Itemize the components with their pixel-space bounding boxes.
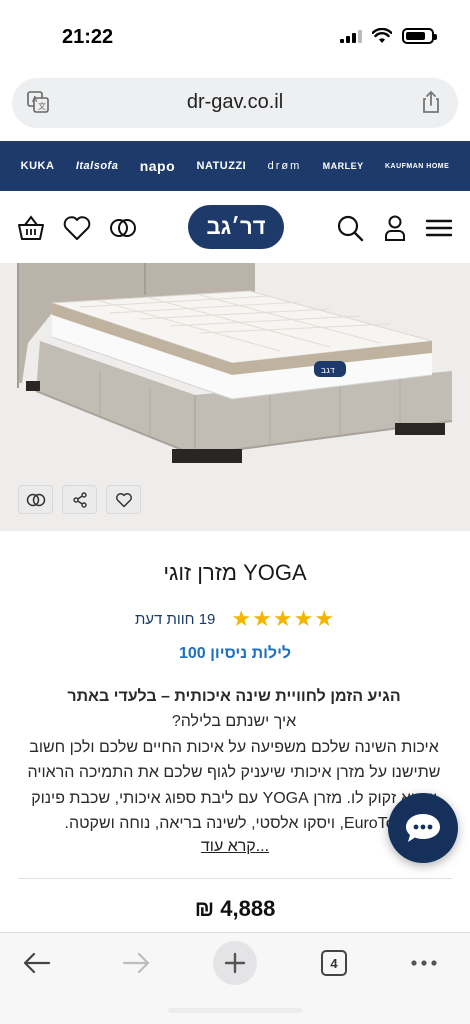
image-wishlist-button[interactable]: [106, 485, 141, 514]
divider: [18, 878, 452, 879]
trial-period-text: 100 לילות ניסיון: [178, 645, 292, 662]
image-compare-button[interactable]: [18, 485, 53, 514]
product-image[interactable]: דגב: [0, 263, 470, 531]
brand-kuka[interactable]: KUKA: [21, 160, 55, 172]
new-tab-button[interactable]: [213, 941, 257, 985]
rating-row: ★★★★★ 19 חוות דעת: [0, 606, 470, 632]
tabs-button[interactable]: 4: [312, 941, 356, 985]
url-text[interactable]: dr-gav.co.il: [12, 91, 458, 114]
status-icons: [340, 28, 437, 44]
reviews-link[interactable]: 19 חוות דעת: [135, 611, 215, 628]
cart-basket-icon[interactable]: [16, 213, 46, 243]
brand-marley[interactable]: MARLEY: [323, 161, 364, 171]
brand-drom[interactable]: drøm: [268, 160, 302, 172]
compare-icon[interactable]: [108, 213, 138, 243]
status-bar: 21:22: [0, 0, 470, 72]
image-actions: [18, 485, 141, 514]
star-icon: ★: [293, 606, 315, 631]
image-share-button[interactable]: [62, 485, 97, 514]
wifi-icon: [372, 28, 392, 43]
chat-bubble-icon: [406, 814, 440, 842]
cellular-signal-icon: [340, 29, 362, 43]
status-time: 21:22: [62, 26, 114, 48]
brand-italsofa[interactable]: Italsofa: [76, 160, 119, 172]
heart-icon: [115, 492, 132, 507]
search-icon[interactable]: [335, 213, 365, 243]
star-icon: ★: [314, 606, 336, 631]
site-logo[interactable]: דר׳גב: [188, 205, 284, 249]
star-icon: ★: [231, 606, 253, 631]
account-user-icon[interactable]: [380, 213, 410, 243]
battery-icon: [402, 28, 437, 44]
product-description: הגיע הזמן לחוויית שינה איכותית – בלעדי ב…: [14, 684, 454, 836]
site-header: דר׳גב: [0, 191, 470, 263]
description-headline: הגיע הזמן לחוויית שינה איכותית – בלעדי ב…: [67, 688, 401, 705]
more-dots-icon: [411, 960, 437, 966]
brand-strip: KUKA Italsofa napo NATUZZI drøm MARLEY K…: [0, 141, 470, 191]
back-button[interactable]: [15, 941, 59, 985]
product-title: מזרן זוגי YOGA: [163, 560, 307, 585]
arrow-left-icon: [23, 952, 51, 974]
plus-icon: [224, 952, 246, 974]
product-price: 4,888 ₪: [194, 896, 276, 921]
brand-kaufman[interactable]: KAUFMAN HOME: [385, 163, 449, 170]
brand-natuzzi[interactable]: NATUZZI: [197, 160, 247, 172]
arrow-right-icon: [122, 952, 150, 974]
forward-button[interactable]: [114, 941, 158, 985]
wishlist-heart-icon[interactable]: [62, 213, 92, 243]
description-question: איך ישנתם בלילה?: [171, 713, 297, 731]
chat-button[interactable]: [388, 793, 458, 863]
rating-stars[interactable]: ★★★★★: [231, 606, 335, 632]
logo-text: דר׳גב: [206, 214, 266, 239]
tabs-count: 4: [321, 950, 347, 976]
star-icon: ★: [272, 606, 294, 631]
svg-text:דגב: דגב: [321, 366, 335, 376]
menu-hamburger-icon[interactable]: [424, 213, 454, 243]
share-nodes-icon: [72, 491, 87, 508]
more-menu-button[interactable]: [402, 941, 446, 985]
star-icon: ★: [252, 606, 273, 631]
address-bar[interactable]: A 文 dr-gav.co.il: [12, 78, 458, 128]
share-icon[interactable]: [420, 90, 442, 114]
home-indicator: [168, 1008, 302, 1013]
brand-napo[interactable]: napo: [140, 158, 175, 174]
compare-icon: [26, 493, 45, 506]
